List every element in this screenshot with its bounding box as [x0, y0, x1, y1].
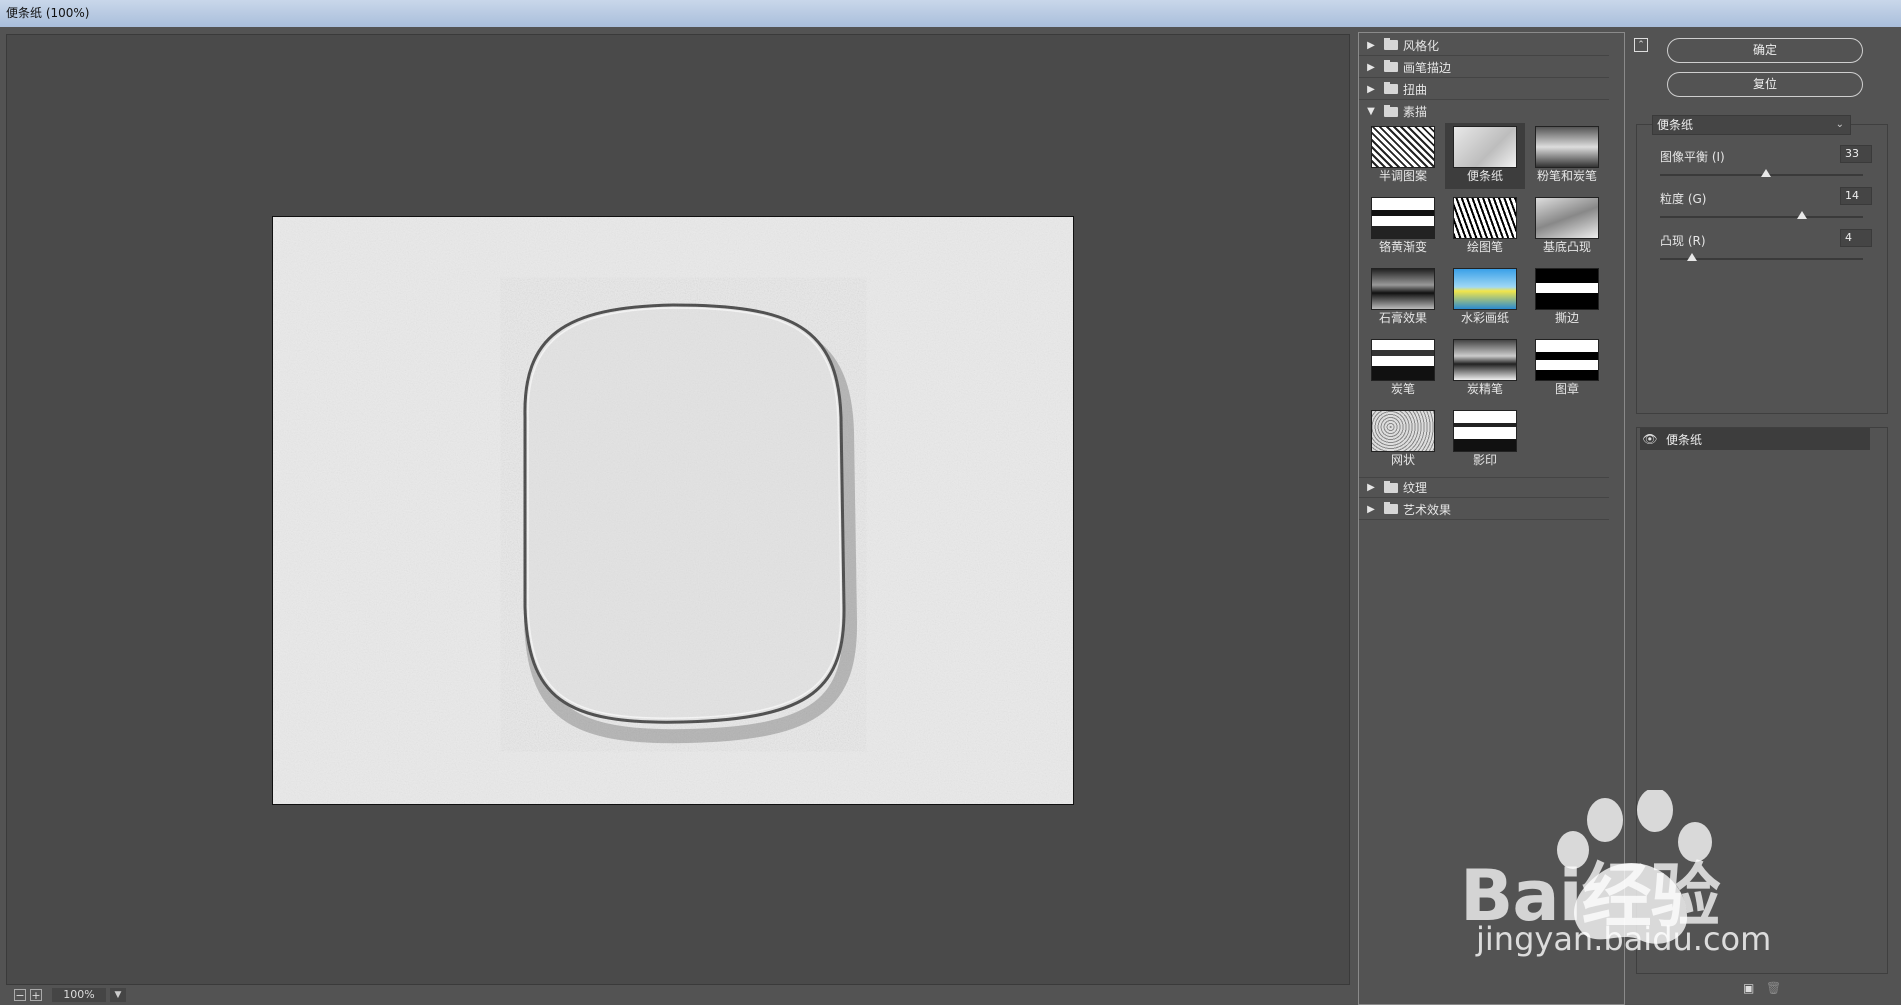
slider-track[interactable]: [1660, 216, 1863, 218]
filter-thumb-chrome[interactable]: 铬黄渐变: [1363, 194, 1443, 260]
reset-button[interactable]: 复位: [1667, 72, 1863, 97]
open-folder-icon: [1384, 104, 1398, 117]
ok-button[interactable]: 确定: [1667, 38, 1863, 63]
param-label: 凸现 (R): [1660, 234, 1706, 248]
filter-thumb-chalk-charcoal[interactable]: 粉笔和炭笔: [1527, 123, 1607, 189]
thumbnail-image: [1453, 339, 1517, 381]
thumbnail-image: [1371, 410, 1435, 452]
thumbnail-image: [1371, 268, 1435, 310]
thumbnail-image: [1371, 126, 1435, 168]
collapsed-arrow-icon: ▶: [1367, 39, 1375, 51]
filter-select-value: 便条纸: [1657, 118, 1694, 132]
folder-icon: [1384, 502, 1398, 514]
thumbnail-image: [1453, 268, 1517, 310]
filter-thumb-plaster[interactable]: 石膏效果: [1363, 265, 1443, 331]
slider-thumb[interactable]: [1797, 211, 1808, 219]
thumbnail-image: [1535, 126, 1599, 168]
window-title: 便条纸 (100%): [0, 0, 1901, 27]
param-graininess: 粒度 (G) 14: [1660, 187, 1872, 230]
folder-icon: [1384, 38, 1398, 50]
slider-thumb[interactable]: [1760, 169, 1771, 177]
expanded-arrow-icon: ▼: [1367, 106, 1375, 117]
thumbnail-image: [1535, 268, 1599, 310]
collapsed-arrow-icon: ▶: [1367, 503, 1375, 515]
slider-thumb[interactable]: [1687, 253, 1698, 261]
chevron-down-icon: ⌄: [1835, 119, 1844, 130]
thumbnail-image: [1535, 197, 1599, 239]
filter-thumb-torn-edges[interactable]: 撕边: [1527, 265, 1607, 331]
category-brush-strokes[interactable]: ▶ 画笔描边: [1359, 57, 1609, 78]
filter-thumb-note-paper[interactable]: 便条纸: [1445, 123, 1525, 189]
param-relief: 凸现 (R) 4: [1660, 229, 1872, 272]
param-image-balance: 图像平衡 (I) 33: [1660, 145, 1872, 188]
preview-area[interactable]: [6, 34, 1350, 985]
folder-icon: [1384, 480, 1398, 493]
category-sketch[interactable]: ▼ 素描: [1359, 101, 1609, 122]
zoom-level[interactable]: 100%: [52, 988, 106, 1002]
thumbnail-image: [1453, 126, 1517, 168]
category-distort[interactable]: ▶ 扭曲: [1359, 79, 1609, 100]
param-value-input[interactable]: 4: [1840, 229, 1872, 247]
param-label: 粒度 (G): [1660, 192, 1707, 206]
filter-thumb-graphic-pen[interactable]: 绘图笔: [1445, 194, 1525, 260]
folder-icon: [1384, 82, 1398, 94]
collapsed-arrow-icon: ▶: [1367, 482, 1375, 493]
filter-thumb-charcoal[interactable]: 炭笔: [1363, 336, 1443, 402]
filter-thumb-photocopy[interactable]: 影印: [1445, 407, 1525, 473]
preview-image: [273, 217, 1073, 804]
watermark-url: jingyan.baidu.com: [1476, 920, 1772, 958]
effect-layer-name: 便条纸: [1666, 432, 1703, 447]
preview-canvas: [272, 216, 1074, 805]
category-artistic[interactable]: ▶ 艺术效果: [1359, 499, 1609, 520]
eye-icon[interactable]: 👁: [1640, 432, 1660, 446]
thumbnail-image: [1453, 410, 1517, 452]
thumbnail-image: [1371, 339, 1435, 381]
collapsed-arrow-icon: ▶: [1367, 83, 1375, 95]
category-texture[interactable]: ▶ 纹理: [1359, 477, 1609, 498]
filter-thumb-reticulation[interactable]: 网状: [1363, 407, 1443, 473]
filter-thumb-water-paper[interactable]: 水彩画纸: [1445, 265, 1525, 331]
filter-thumb-halftone[interactable]: 半调图案: [1363, 123, 1443, 189]
zoom-bar: − + 100% ▼: [6, 985, 1350, 1005]
folder-icon: [1384, 60, 1398, 72]
filter-thumb-conte-crayon[interactable]: 炭精笔: [1445, 336, 1525, 402]
collapsed-arrow-icon: ▶: [1367, 61, 1375, 73]
category-stylize[interactable]: ▶ 风格化: [1359, 35, 1609, 56]
chevron-down-icon[interactable]: ▼: [110, 988, 126, 1002]
effect-layer-row[interactable]: 👁 便条纸: [1640, 428, 1870, 450]
thumbnail-image: [1453, 197, 1517, 239]
thumbnail-image: [1371, 197, 1435, 239]
zoom-out-button[interactable]: −: [14, 989, 26, 1001]
collapse-gallery-icon[interactable]: ⌃: [1634, 38, 1648, 52]
zoom-in-button[interactable]: +: [30, 989, 42, 1001]
param-value-input[interactable]: 14: [1840, 187, 1872, 205]
param-value-input[interactable]: 33: [1840, 145, 1872, 163]
filter-thumb-stamp[interactable]: 图章: [1527, 336, 1607, 402]
filter-select[interactable]: 便条纸 ⌄: [1652, 115, 1851, 135]
filter-thumb-bas-relief[interactable]: 基底凸现: [1527, 194, 1607, 260]
thumbnail-image: [1535, 339, 1599, 381]
param-label: 图像平衡 (I): [1660, 150, 1725, 164]
